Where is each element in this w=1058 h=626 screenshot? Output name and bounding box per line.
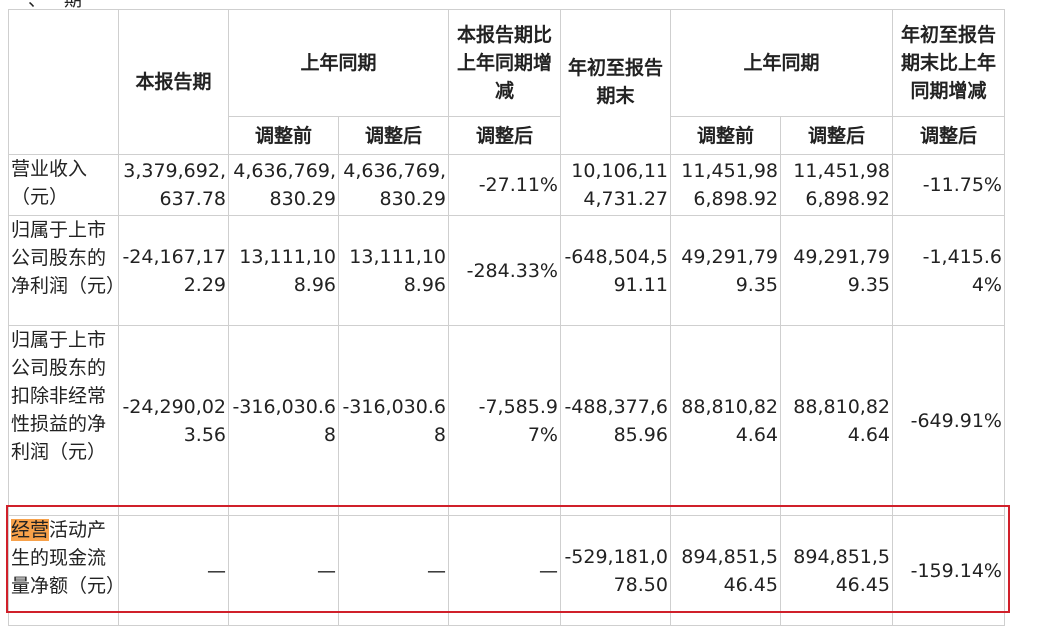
header-ytd: 年初至报告期末 [560,9,671,155]
table-cell: 4,636,769,830.29 [338,154,449,216]
table-cell: — [338,515,449,626]
table-cell: 3,379,692,637.78 [118,154,229,216]
table-cell: -284.33% [448,215,561,326]
subheader-before-adj-2: 调整前 [670,116,781,155]
table-cell: -1,415.64% [892,215,1005,326]
table-cell: -316,030.68 [228,325,339,516]
table-cell: — [448,515,561,626]
row-label: 归属于上市公司股东的净利润（元） [8,215,119,326]
table-cell: 88,810,824.64 [670,325,781,516]
table-cell: -648,504,591.11 [560,215,671,326]
table-cell: -24,290,023.56 [118,325,229,516]
table-row-operating-cash-flow: 经营活动产生的现金流量净额（元） — — — — -529,181,078.50… [8,515,1005,626]
table-cell: -7,585.97% [448,325,561,516]
table-cell: 894,851,546.45 [780,515,893,626]
table-cell: 13,111,108.96 [228,215,339,326]
table-cell: 4,636,769,830.29 [228,154,339,216]
table-row-net-profit: 归属于上市公司股东的净利润（元） -24,167,172.29 13,111,1… [8,215,1005,326]
header-row-1: 本报告期 上年同期 本报告期比上年同期增减 年初至报告期末 上年同期 年初至报告… [8,9,1005,155]
table-cell: -24,167,172.29 [118,215,229,326]
table-cell: 13,111,108.96 [338,215,449,326]
header-prev-same-period-1: 上年同期 [228,9,449,117]
table-cell: -529,181,078.50 [560,515,671,626]
table-cell: 88,810,824.64 [780,325,893,516]
row-label: 归属于上市公司股东的扣除非经常性损益的净利润（元） [8,325,119,516]
table-cell: -159.14% [892,515,1005,626]
table-cell: 11,451,986,898.92 [780,154,893,216]
table-cell: 11,451,986,898.92 [670,154,781,216]
subheader-change-after-2: 调整后 [892,116,1005,155]
header-current-period: 本报告期 [118,9,229,155]
table-cell: -11.75% [892,154,1005,216]
subheader-after-adj-2: 调整后 [780,116,893,155]
subheader-change-after-1: 调整后 [448,116,561,155]
table-cell: 894,851,546.45 [670,515,781,626]
table-cell: 49,291,799.35 [780,215,893,326]
header-prev-same-period-2: 上年同期 [670,9,893,117]
table-row-revenue: 营业收入（元） 3,379,692,637.78 4,636,769,830.2… [8,154,1005,216]
table-cell: — [228,515,339,626]
header-corner-cell [8,9,119,155]
table-row-deducted-net-profit: 归属于上市公司股东的扣除非经常性损益的净利润（元） -24,290,023.56… [8,325,1005,516]
subheader-before-adj-1: 调整前 [228,116,339,155]
search-highlight: 经营 [11,519,50,541]
header-change-2: 年初至报告期末比上年同期增减 [892,9,1005,117]
table-cell: 49,291,799.35 [670,215,781,326]
table-cell: -316,030.68 [338,325,449,516]
row-label: 经营活动产生的现金流量净额（元） [8,515,119,626]
table-cell: -488,377,685.96 [560,325,671,516]
subheader-after-adj-1: 调整后 [338,116,449,155]
table-cell: -649.91% [892,325,1005,516]
row-label: 营业收入（元） [8,154,119,216]
table-cell: — [118,515,229,626]
table-cell: -27.11% [448,154,561,216]
header-change-1: 本报告期比上年同期增减 [448,9,561,117]
table-cell: 10,106,114,731.27 [560,154,671,216]
financial-summary-table: 本报告期 上年同期 本报告期比上年同期增减 年初至报告期末 上年同期 年初至报告… [8,9,1005,626]
